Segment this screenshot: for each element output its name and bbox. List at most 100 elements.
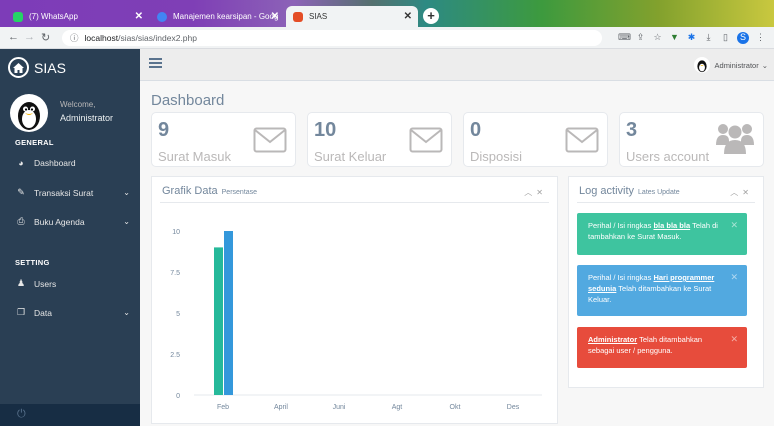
bar [214,247,223,395]
sidepanel-icon[interactable]: ▯ [720,32,731,43]
forward-arrow-icon[interactable]: → [24,31,35,43]
user-dropdown-label: Administrator [714,60,759,70]
menu-section-general: GENERAL [15,138,54,147]
collapse-chevron-up-icon[interactable]: ︿ [524,188,536,197]
sidebar-item-label: Transaksi Surat [34,187,94,198]
penguin-avatar-icon [18,102,40,130]
y-tick-label: 2.5 [170,352,180,359]
brand-name: SIAS [34,59,66,76]
welcome-text: Welcome, [60,100,96,109]
browser-tab-sias[interactable]: SIAS ✕ [286,6,418,27]
puzzle-icon[interactable]: ✱ [686,32,697,43]
new-tab-plus-icon[interactable]: + [423,8,439,24]
tile-label: Surat Keluar [314,149,387,164]
x-tick-label: April [274,404,288,411]
envelope-icon [565,127,599,153]
bar-chart: 0 2.5 5 7.5 10 Feb April Juni Agt Okt Des [170,229,542,411]
browser-menu-icon[interactable]: ⋮ [755,32,766,43]
sidebar-footer: ⏻ [0,404,140,426]
log-entry-link[interactable]: bla bla bla [653,221,690,230]
tile-count: 0 [470,119,482,141]
y-tick-label: 0 [176,393,180,400]
sidebar-item-data[interactable]: ❐ Data ⌄ [15,307,130,318]
browser-tab-bar: (7) WhatsApp ✕ Manajemen kearsipan - Goo… [0,0,774,27]
panel-tools: ︿✕ [524,187,547,198]
sidebar-item-buku-agenda[interactable]: ⎙ Buku Agenda ⌄ [15,216,130,227]
x-tick-label: Agt [392,404,403,411]
user-avatar-icon [693,57,710,73]
dismiss-icon[interactable]: ✕ [730,220,738,231]
dismiss-icon[interactable]: ✕ [730,334,738,345]
sias-favicon-icon [293,11,303,22]
copy-icon: ❐ [16,307,26,317]
x-tick-label: Des [507,404,520,411]
tile-users-account[interactable]: 3 Users account [619,112,764,167]
menu-section-setting: SETTING [15,258,50,267]
avatar [10,94,48,132]
close-tab-icon[interactable]: ✕ [404,11,412,22]
home-icon [8,57,29,78]
chart-panel: Grafik Data Persentase ︿✕ 0 2.5 5 7.5 10 Feb Ap… [151,176,558,424]
info-icon[interactable]: ⓘ [70,33,79,43]
tab-label: SIAS [309,12,328,21]
share-icon[interactable]: ⇪ [635,32,646,43]
tile-label: Disposisi [470,149,523,164]
hamburger-menu-icon[interactable] [149,58,162,68]
url-input[interactable]: ⓘ localhost/sias/sias/index2.php [62,30,602,46]
panel-divider [577,202,755,203]
log-entry-text: Perihal / Isi ringkas [588,221,654,230]
browser-tab-google[interactable]: Manajemen kearsipan - Google ✕ [150,6,285,27]
panel-subtitle: Lates Update [638,189,680,196]
brand-logo[interactable]: SIAS [8,57,66,78]
back-arrow-icon[interactable]: ← [8,31,19,43]
close-tab-icon[interactable]: ✕ [271,11,279,22]
edit-icon: ✎ [17,187,25,197]
power-icon[interactable]: ⏻ [17,408,26,421]
log-entry-link[interactable]: Administrator [588,335,637,344]
tile-count: 10 [314,119,337,141]
log-entry: Perihal / Isi ringkas bla bla bla Telah … [577,213,747,255]
browser-toolbar-icons: ⌨ ⇪ ☆ ▼ ✱ ⤓ ▯ S ⋮ [618,32,766,44]
close-tab-icon[interactable]: ✕ [135,11,143,22]
sidebar-item-dashboard[interactable]: ◕ Dashboard [15,158,130,168]
profile-box: Welcome, Administrator [10,94,135,134]
translate-icon[interactable]: ⌨ [618,32,631,43]
tile-surat-masuk[interactable]: 9 Surat Masuk [151,112,296,167]
extension-icon[interactable]: ▼ [669,32,680,43]
tile-label: Surat Masuk [158,149,231,164]
sidebar-item-label: Data [34,307,52,318]
tab-label: (7) WhatsApp [29,12,78,21]
page-title: Dashboard [151,92,225,109]
panel-title: Log activity [579,185,635,197]
tile-disposisi[interactable]: 0 Disposisi [463,112,608,167]
chart-panel-title: Grafik Data Persentase [162,185,257,197]
sidebar-item-label: Buku Agenda [34,216,85,227]
tile-label: Users account [626,149,710,164]
browser-tab-whatsapp[interactable]: (7) WhatsApp ✕ [6,6,149,27]
reload-icon[interactable]: ↻ [41,31,50,44]
x-tick-label: Feb [217,404,229,411]
bookmark-star-icon[interactable]: ☆ [652,32,663,43]
sidebar-item-transaksi-surat[interactable]: ✎ Transaksi Surat ⌄ [15,187,130,198]
chevron-down-icon: ⌄ [123,217,130,226]
chevron-down-icon: ⌄ [123,308,130,317]
close-icon[interactable]: ✕ [536,188,547,197]
google-icon [157,11,167,22]
log-entry: Perihal / Isi ringkas Hari programmer se… [577,265,747,316]
sidebar-item-label: Users [34,278,57,289]
sidebar-item-users[interactable]: ♟ Users [15,278,130,289]
dashboard-icon: ◕ [18,158,24,168]
log-panel-title: Log activity Lates Update [579,185,680,197]
profile-avatar-icon[interactable]: S [737,32,749,44]
dismiss-icon[interactable]: ✕ [730,272,738,283]
close-icon[interactable]: ✕ [742,188,753,197]
collapse-chevron-up-icon[interactable]: ︿ [730,188,742,197]
chevron-down-icon: ⌄ [123,188,130,197]
tile-count: 9 [158,119,170,141]
download-icon[interactable]: ⤓ [703,32,714,43]
user-dropdown[interactable]: Administrator ⌄ [693,57,768,73]
tile-surat-keluar[interactable]: 10 Surat Keluar [307,112,452,167]
x-tick-label: Okt [450,404,461,411]
panel-title: Grafik Data [162,185,218,197]
tile-count: 3 [626,119,638,141]
